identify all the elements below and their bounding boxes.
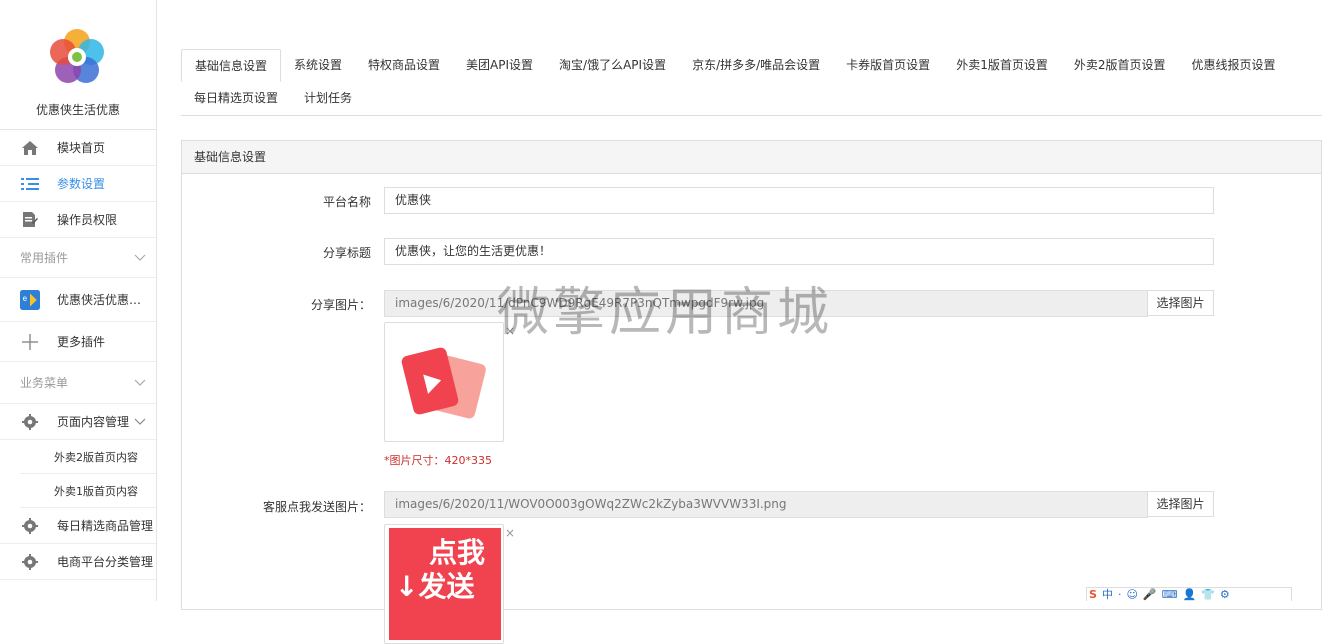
panel-title: 基础信息设置	[182, 141, 1321, 174]
nav-label: 每日精选商品管理	[57, 519, 154, 533]
gear-icon	[20, 516, 40, 536]
tab-deal-news[interactable]: 优惠线报页设置	[1178, 49, 1288, 82]
gear-icon	[20, 552, 40, 572]
tab-basic-info[interactable]: 基础信息设置	[181, 49, 282, 82]
image-text-line1: 点我	[429, 536, 486, 569]
chevron-down-icon	[134, 254, 146, 261]
group-business-menu[interactable]: 业务菜单	[0, 362, 156, 404]
settings-tabs: 基础信息设置 系统设置 特权商品设置 美团API设置 淘宝/饿了么API设置 京…	[181, 49, 1322, 116]
nav-label: 优惠侠活优惠外…	[57, 293, 152, 307]
tab-meituan-api[interactable]: 美团API设置	[453, 49, 546, 82]
nav-page-content[interactable]: 页面内容管理	[0, 404, 156, 440]
chinese-mode-icon[interactable]: 中	[1102, 588, 1113, 601]
platform-name-input[interactable]: 优惠侠	[384, 187, 1214, 214]
user-icon[interactable]: 👤	[1183, 588, 1197, 601]
microphone-icon[interactable]: 🎤	[1143, 588, 1157, 601]
video-ticket-image	[401, 347, 486, 419]
nav-params-settings[interactable]: 参数设置	[0, 166, 156, 202]
nav-label: 操作员权限	[57, 213, 118, 227]
nav-module-home[interactable]: 模块首页	[0, 130, 156, 166]
more-plugins[interactable]: 更多插件	[0, 322, 156, 362]
emoji-icon[interactable]: ☺	[1126, 588, 1137, 601]
service-image-preview: 点我 ↓发送	[384, 524, 504, 644]
list-settings-icon	[20, 174, 40, 194]
sub-item-waimai2-home[interactable]: 外卖2版首页内容	[20, 440, 156, 474]
share-image-preview	[384, 322, 504, 442]
service-image-label: 客服点我发送图片：	[262, 500, 371, 514]
nav-ecommerce-category[interactable]: 电商平台分类管理	[0, 544, 156, 580]
brand-logo	[50, 29, 104, 83]
brand-header: 优惠侠生活优惠	[0, 0, 156, 130]
group-label: 常用插件	[20, 251, 69, 265]
platform-name-label: 平台名称	[322, 195, 371, 209]
nav-label: 模块首页	[57, 141, 106, 155]
tab-coupon-home[interactable]: 卡券版首页设置	[833, 49, 943, 82]
chevron-down-icon	[134, 418, 146, 425]
sogou-icon[interactable]: S	[1089, 588, 1097, 601]
tab-jd-pdd-vip[interactable]: 京东/拼多多/唯品会设置	[679, 49, 833, 82]
tab-privilege-goods[interactable]: 特权商品设置	[355, 49, 453, 82]
watermark: 微擎应用商城	[497, 283, 834, 343]
remove-service-image-icon[interactable]: ×	[505, 526, 515, 540]
sidebar: 优惠侠生活优惠 模块首页 参数设置 操作员权限 常用插件 e 优惠侠活优惠外… …	[0, 0, 157, 601]
select-share-image-button[interactable]: 选择图片	[1147, 290, 1214, 316]
nav-operator-permissions[interactable]: 操作员权限	[0, 202, 156, 238]
sub-item-waimai1-home[interactable]: 外卖1版首页内容	[20, 474, 156, 508]
brand-name: 优惠侠生活优惠	[35, 103, 120, 117]
settings-icon[interactable]: ⚙	[1220, 588, 1230, 601]
document-edit-icon	[20, 210, 40, 230]
home-icon	[20, 138, 40, 158]
tab-daily-picks[interactable]: 每日精选页设置	[181, 82, 291, 115]
punctuation-icon[interactable]: ·	[1118, 588, 1122, 601]
basic-info-panel: 基础信息设置 平台名称 优惠侠 分享标题 优惠侠，让您的生活更优惠！ 分享图片：…	[181, 140, 1322, 644]
gear-icon	[20, 412, 40, 432]
click-send-image: 点我 ↓发送	[389, 528, 501, 640]
group-common-plugins[interactable]: 常用插件	[0, 238, 156, 278]
chevron-down-icon	[134, 379, 146, 386]
image-text-line2: ↓发送	[395, 570, 475, 603]
keyboard-icon[interactable]: ⌨	[1162, 588, 1178, 601]
nav-label: 页面内容管理	[57, 415, 130, 429]
share-image-label: 分享图片：	[310, 298, 371, 312]
image-size-hint: *图片尺寸：420*335	[384, 454, 492, 467]
ime-toolbar[interactable]: S 中 · ☺ 🎤 ⌨ 👤 👕 ⚙	[1086, 587, 1292, 601]
svg-text:e: e	[23, 293, 28, 302]
service-image-path-input[interactable]: images/6/2020/11/WOV0O003gOWq2ZWc2kZyba3…	[384, 491, 1148, 518]
tab-waimai2-home[interactable]: 外卖2版首页设置	[1061, 49, 1179, 82]
nav-label: 电商平台分类管理	[57, 555, 154, 569]
share-title-label: 分享标题	[322, 246, 371, 260]
plus-icon	[20, 332, 40, 352]
plugin-youhuixia[interactable]: e 优惠侠活优惠外…	[0, 278, 156, 322]
tab-taobao-eleme-api[interactable]: 淘宝/饿了么API设置	[546, 49, 679, 82]
tab-system[interactable]: 系统设置	[281, 49, 355, 82]
group-label: 业务菜单	[20, 376, 69, 390]
tab-waimai1-home[interactable]: 外卖1版首页设置	[943, 49, 1061, 82]
nav-daily-goods[interactable]: 每日精选商品管理	[0, 508, 156, 544]
share-title-input[interactable]: 优惠侠，让您的生活更优惠！	[384, 238, 1214, 265]
tab-scheduled-tasks[interactable]: 计划任务	[291, 82, 365, 115]
nav-label: 参数设置	[57, 177, 106, 191]
skin-icon[interactable]: 👕	[1201, 588, 1215, 601]
nav-label: 更多插件	[57, 335, 106, 349]
select-service-image-button[interactable]: 选择图片	[1147, 491, 1214, 517]
plugin-app-icon: e	[20, 289, 40, 310]
